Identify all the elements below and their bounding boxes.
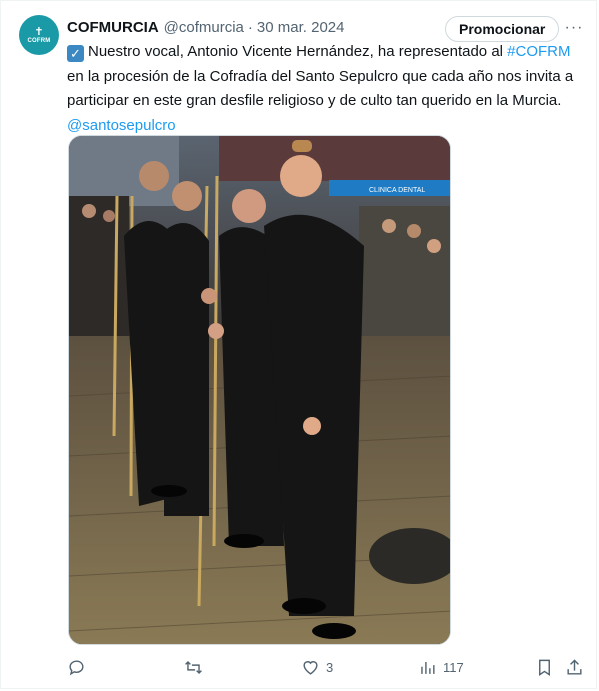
tweet-card[interactable]: ✝ COFRM COFMURCIA @cofmurcia · 30 mar. 2…	[0, 0, 597, 689]
tweet-text-part1: Nuestro vocal, Antonio Vicente Hernández…	[88, 43, 508, 60]
views-button[interactable]: 117	[418, 655, 464, 679]
tweet-header: COFMURCIA @cofmurcia · 30 mar. 2024	[67, 17, 344, 37]
reply-button[interactable]	[67, 655, 92, 679]
account-handle[interactable]: @cofmurcia	[164, 19, 244, 36]
bookmark-button[interactable]	[535, 655, 554, 679]
tweet-text: ✓ Nuestro vocal, Antonio Vicente Hernánde…	[67, 40, 587, 138]
retweet-button[interactable]	[184, 655, 209, 679]
tweet-date[interactable]: 30 mar. 2024	[257, 19, 345, 36]
like-count: 3	[326, 659, 334, 675]
promote-button[interactable]: Promocionar	[445, 16, 560, 42]
tweet-photo[interactable]: CLINICA DENTAL	[68, 135, 451, 645]
hashtag-link[interactable]: #COFRM	[507, 43, 570, 60]
more-dots-icon[interactable]: ···	[563, 17, 585, 39]
tweet-text-part2: en la procesión de la Cofradía del Santo…	[67, 67, 574, 110]
views-icon	[421, 661, 435, 674]
avatar-text: COFRM	[27, 37, 51, 44]
reply-icon	[69, 659, 84, 675]
tweet-actions: 3 117	[67, 655, 587, 679]
procession-photo: CLINICA DENTAL	[69, 136, 450, 644]
cross-icon: ✝	[34, 25, 44, 38]
like-button[interactable]: 3	[301, 655, 333, 679]
heart-icon	[303, 660, 318, 675]
retweet-icon	[185, 660, 202, 674]
check-mark-icon: ✓	[67, 45, 84, 62]
avatar[interactable]: ✝ COFRM	[19, 15, 59, 55]
avatar-logo: ✝ COFRM	[28, 26, 51, 45]
separator-dot: ·	[247, 18, 253, 36]
share-button[interactable]	[565, 655, 584, 679]
mention-link[interactable]: @santosepulcro	[67, 117, 176, 134]
account-name[interactable]: COFMURCIA	[67, 19, 159, 36]
share-icon	[567, 658, 582, 675]
storefront-sign: CLINICA DENTAL	[369, 187, 425, 194]
bookmark-icon	[539, 659, 550, 676]
views-count: 117	[443, 659, 464, 675]
